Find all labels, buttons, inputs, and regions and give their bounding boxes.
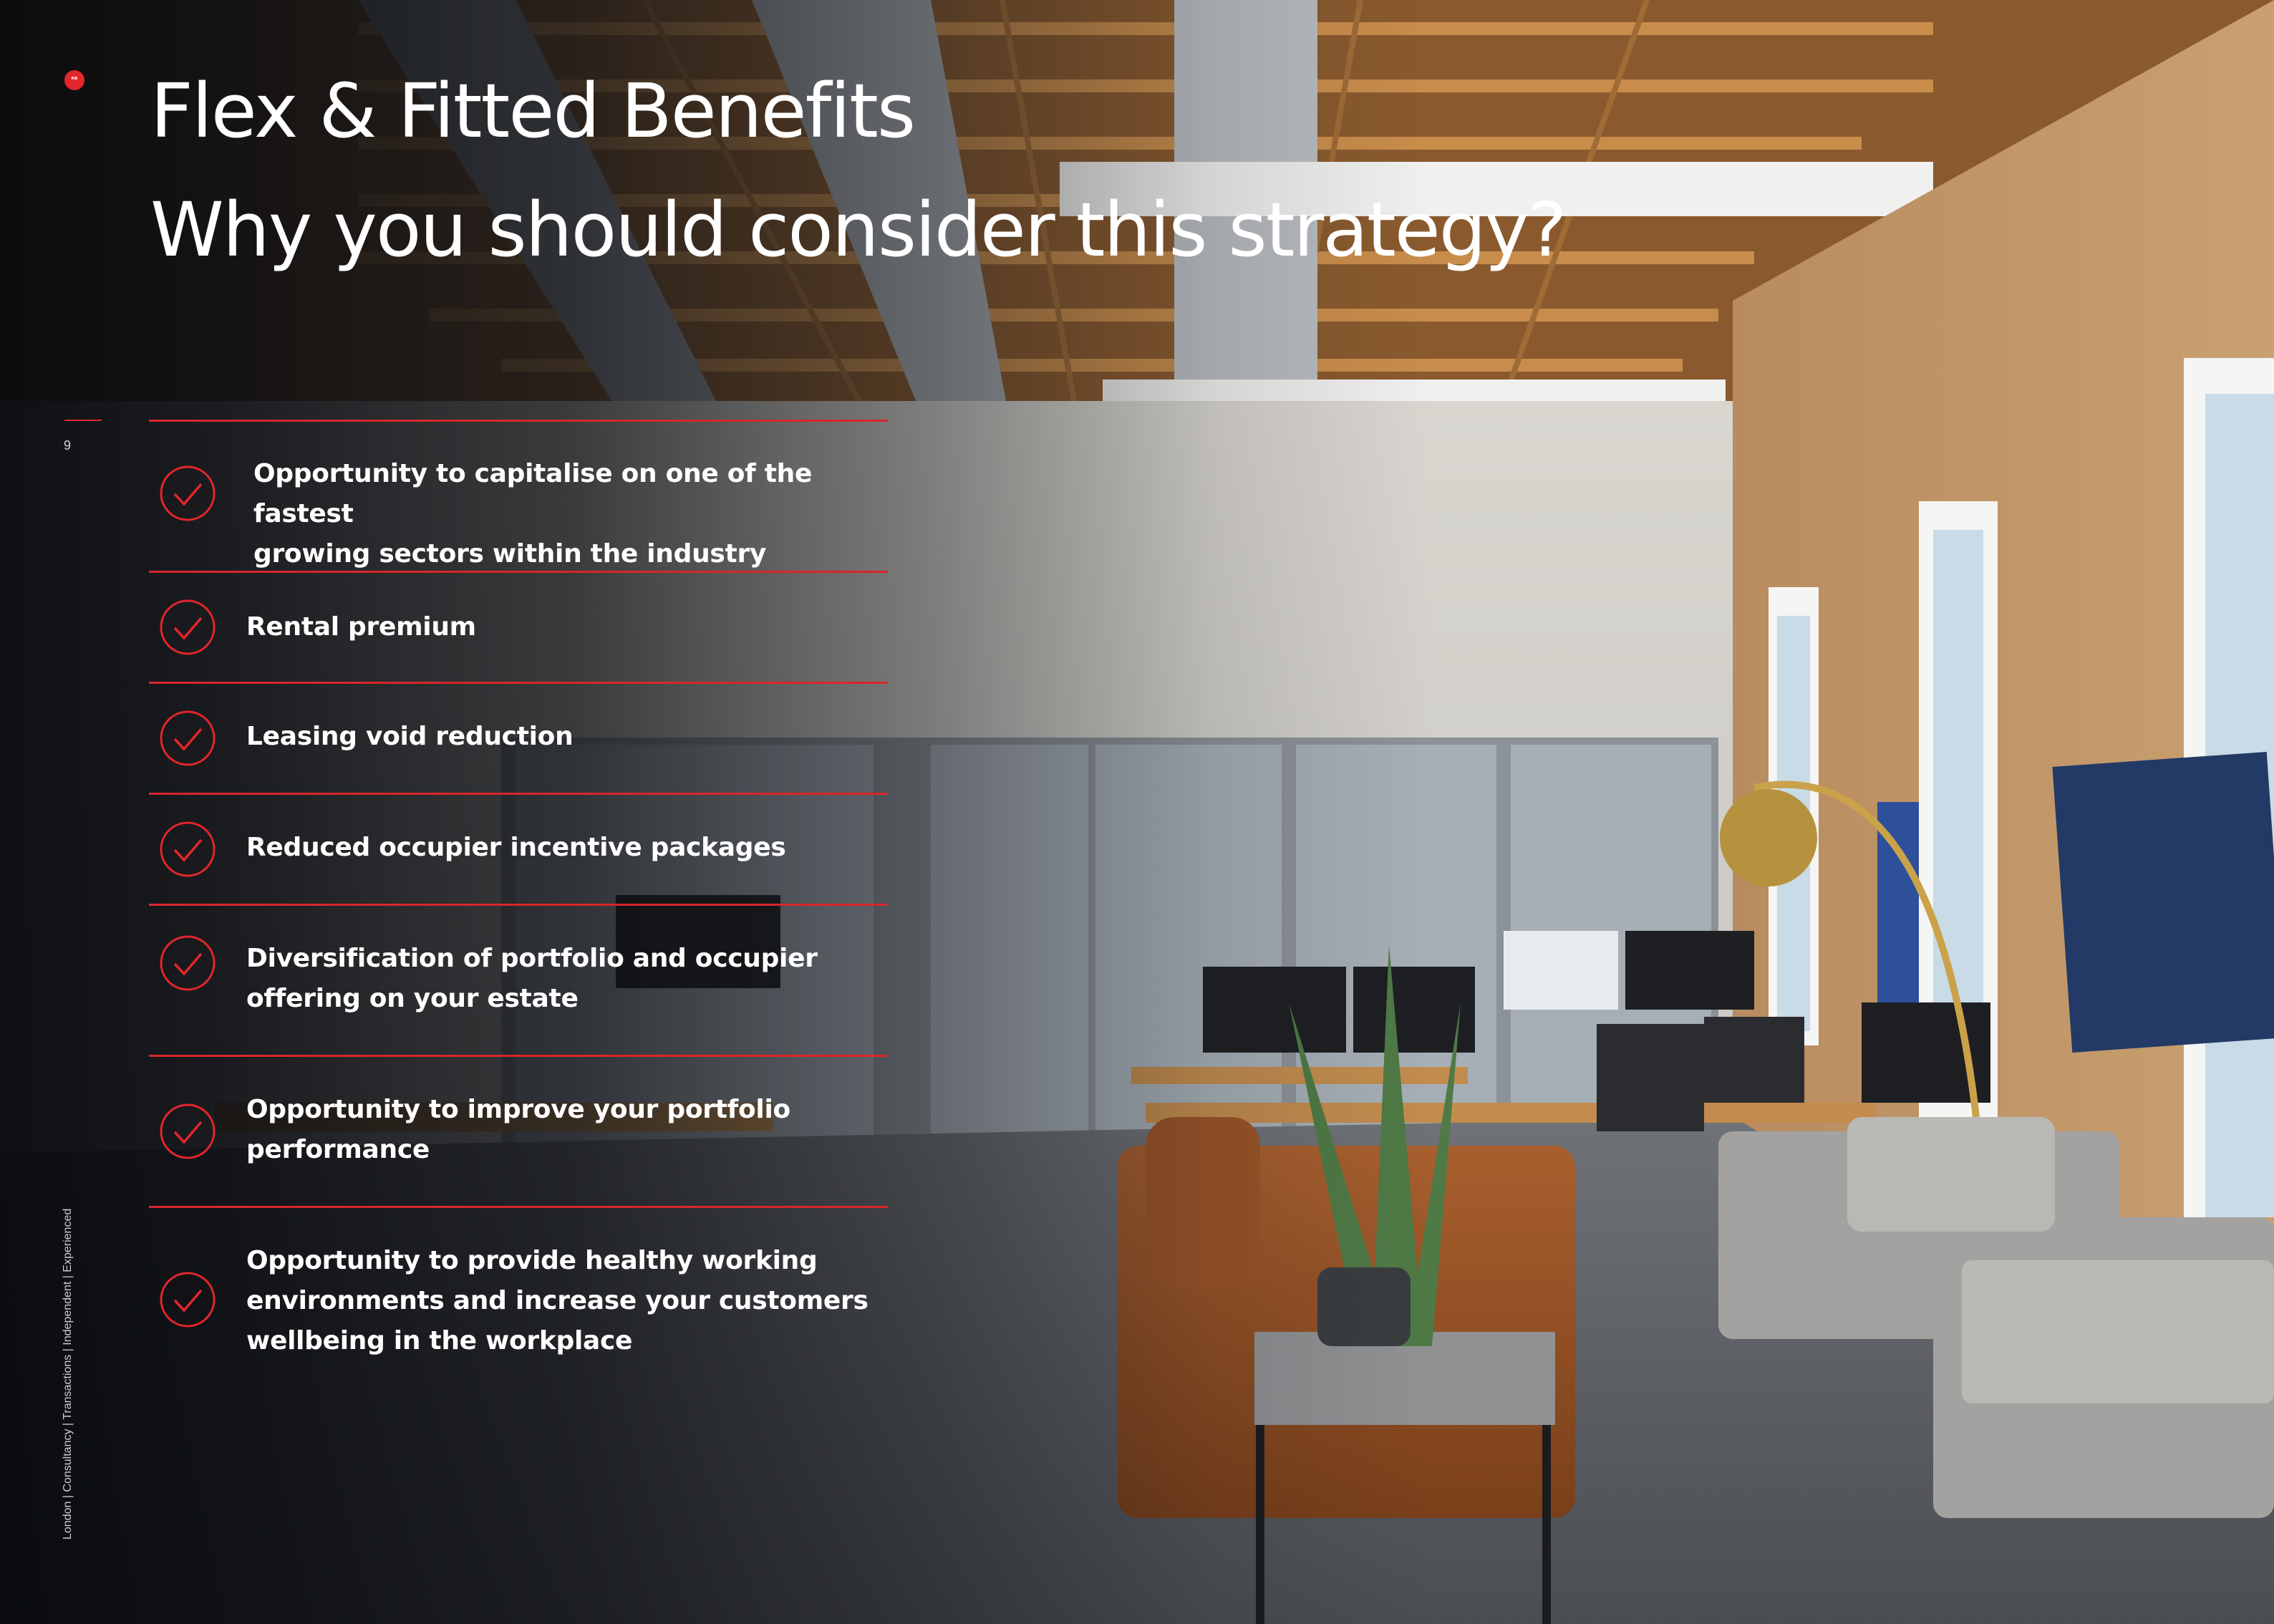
check-circle-icon <box>160 465 216 521</box>
benefit-text: Reduced occupier incentive packages <box>246 833 786 862</box>
page-number-rule <box>64 420 102 421</box>
title-line-2: Why you should consider this strategy? <box>150 186 1567 274</box>
page-number: 9 <box>64 438 72 453</box>
benefit-item: Reduced occupier incentive packages <box>149 793 888 904</box>
vertical-tagline: London | Consultancy | Transactions | In… <box>62 1208 74 1540</box>
benefit-text: Opportunity to provide healthy working e… <box>246 1246 869 1355</box>
check-circle-icon <box>160 1103 216 1159</box>
benefit-item: Opportunity to improve your portfolio pe… <box>149 1055 888 1206</box>
check-circle-icon <box>160 821 216 877</box>
benefits-list: Opportunity to capitalise on one of the … <box>149 420 888 1394</box>
check-circle-icon <box>160 599 216 655</box>
benefit-item: Leasing void reduction <box>149 682 888 793</box>
page-title: Flex & Fitted Benefits Why you should co… <box>150 52 1567 289</box>
benefit-item: Diversification of portfolio and occupie… <box>149 904 888 1055</box>
benefit-item: Rental premium <box>149 571 888 682</box>
title-line-1: Flex & Fitted Benefits <box>150 67 916 155</box>
brand-logo: ᴿᴮ <box>64 70 84 90</box>
benefit-text: Opportunity to capitalise on one of the … <box>253 459 813 569</box>
benefit-text: Diversification of portfolio and occupie… <box>246 944 818 1013</box>
benefit-item: Opportunity to capitalise on one of the … <box>149 420 888 571</box>
benefit-text: Rental premium <box>246 612 476 642</box>
benefit-item: Opportunity to provide healthy working e… <box>149 1206 888 1394</box>
check-circle-icon <box>160 710 216 766</box>
benefit-text: Opportunity to improve your portfolio pe… <box>246 1095 790 1164</box>
benefit-text: Leasing void reduction <box>246 722 574 751</box>
check-circle-icon <box>160 935 216 991</box>
check-circle-icon <box>160 1272 216 1328</box>
